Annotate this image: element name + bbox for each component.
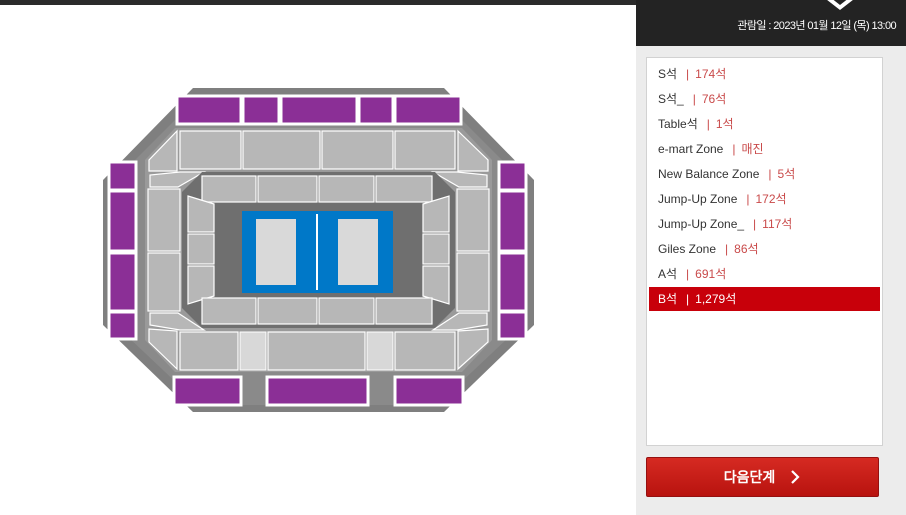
seat-grade-row[interactable]: Jump-Up Zone | 172석 [649, 187, 880, 211]
seat-grade-separator: | [753, 217, 757, 231]
seat-grade-count: 5석 [777, 167, 796, 181]
floor-section-gray[interactable] [375, 175, 433, 203]
seat-section-gray[interactable] [456, 252, 490, 312]
seat-grade-row[interactable]: New Balance Zone | 5석 [649, 162, 880, 186]
seat-section-purple[interactable] [265, 375, 370, 407]
seat-grade-name: A석 [658, 267, 678, 281]
seat-section-gray[interactable] [242, 130, 321, 170]
seat-section-purple[interactable] [497, 160, 528, 192]
seat-section-gray[interactable] [147, 188, 181, 252]
seat-grade-name: S석 [658, 67, 678, 81]
floor-section-gray[interactable] [318, 175, 375, 203]
seat-grade-separator: | [686, 292, 690, 306]
seat-section-purple[interactable] [107, 251, 138, 313]
chevron-emblem-icon [827, 0, 853, 10]
seat-grade-name: B석 [658, 292, 678, 306]
seat-grade-separator: | [706, 117, 710, 131]
seat-grade-count: 174석 [695, 67, 727, 81]
seat-grade-name: Giles Zone [658, 242, 717, 256]
seat-grade-separator: | [686, 267, 690, 281]
seat-map[interactable] [0, 5, 636, 515]
seat-grade-name: Jump-Up Zone [658, 192, 738, 206]
floor-section-gray[interactable] [257, 297, 318, 325]
seat-section-gray[interactable] [179, 130, 242, 170]
seat-grade-name: Table석 [658, 117, 698, 131]
seat-grade-separator: | [732, 142, 736, 156]
seat-grade-separator: | [746, 192, 750, 206]
seat-grade-row[interactable]: S석_ | 76석 [649, 87, 880, 111]
seat-map-svg [103, 88, 534, 412]
seat-section-gray[interactable] [267, 331, 366, 371]
seat-grade-separator: | [725, 242, 729, 256]
seat-grade-separator: | [768, 167, 772, 181]
seat-section-purple[interactable] [497, 189, 528, 253]
seat-grade-separator: | [686, 67, 690, 81]
seat-section-purple[interactable] [241, 94, 281, 126]
floor-section-gray[interactable] [375, 297, 433, 325]
floor-section-gray[interactable] [422, 233, 450, 265]
seat-grade-name: e-mart Zone [658, 142, 724, 156]
floor-section-gray[interactable] [201, 175, 257, 203]
seat-grade-count: 76석 [701, 92, 727, 106]
seat-grade-row[interactable]: e-mart Zone | 매진 [649, 137, 880, 161]
seat-section-purple[interactable] [279, 94, 359, 126]
floor-section-gray[interactable] [187, 233, 215, 265]
seat-section-purple[interactable] [107, 189, 138, 253]
seat-section-purple[interactable] [393, 94, 463, 126]
seat-grade-count: 117석 [762, 217, 793, 231]
seat-section-gray[interactable] [456, 188, 490, 252]
seat-grade-list: S석 | 174석 S석_ | 76석 Table석 | 1석 e-mart Zone | 매진… [646, 57, 883, 446]
seat-section-purple[interactable] [107, 310, 138, 341]
seat-section-purple[interactable] [175, 94, 243, 126]
chevron-right-icon [791, 470, 800, 484]
seat-section-purple[interactable] [497, 310, 528, 341]
panel-header: 관람일 : 2023년 01월 12일 (목) 13:00 [636, 0, 906, 46]
seat-grade-row-selected[interactable]: B석 | 1,279석 [649, 287, 880, 311]
seat-grade-count: 86석 [734, 242, 759, 256]
seat-grade-row[interactable]: Jump-Up Zone_ | 117석 [649, 212, 880, 236]
next-step-button[interactable]: 다음단계 [646, 457, 879, 497]
court-right-half [338, 219, 378, 285]
seat-grade-separator: | [692, 92, 696, 106]
seat-grade-name: S석_ [658, 92, 684, 106]
seat-section-gray[interactable] [179, 331, 239, 371]
seat-grade-name: Jump-Up Zone_ [658, 217, 745, 231]
seat-section-purple[interactable] [107, 160, 138, 192]
floor-section-gray[interactable] [318, 297, 375, 325]
seat-grade-count: 1석 [715, 117, 734, 131]
seat-section-purple[interactable] [497, 251, 528, 313]
seat-section-purple[interactable] [172, 375, 243, 407]
seat-grade-row[interactable]: Table석 | 1석 [649, 112, 880, 136]
floor-section-gray[interactable] [257, 175, 318, 203]
seat-grade-row[interactable]: A석 | 691석 [649, 262, 880, 286]
seat-section-purple[interactable] [357, 94, 395, 126]
seat-section-gray[interactable] [394, 331, 456, 371]
performance-date: 관람일 : 2023년 01월 12일 (목) 13:00 [737, 20, 896, 32]
seat-section-purple[interactable] [393, 375, 465, 407]
aisle-block [366, 331, 394, 371]
aisle-block [239, 331, 267, 371]
seat-grade-row[interactable]: Giles Zone | 86석 [649, 237, 880, 261]
court-left-half [256, 219, 296, 285]
seat-section-gray[interactable] [147, 252, 181, 312]
seat-grade-count: 매진 [741, 142, 764, 156]
seat-grade-count: 1,279석 [695, 292, 737, 306]
next-step-label: 다음단계 [723, 469, 776, 485]
seat-grade-row[interactable]: S석 | 174석 [649, 62, 880, 86]
seat-panel: 관람일 : 2023년 01월 12일 (목) 13:00 S석 | 174석 S석… [636, 0, 906, 515]
seat-grade-count: 691석 [695, 267, 727, 281]
seat-grade-name: New Balance Zone [658, 167, 760, 181]
seat-section-gray[interactable] [321, 130, 394, 170]
seat-grade-count: 172석 [755, 192, 787, 206]
seat-section-gray[interactable] [394, 130, 456, 170]
floor-section-gray[interactable] [201, 297, 257, 325]
